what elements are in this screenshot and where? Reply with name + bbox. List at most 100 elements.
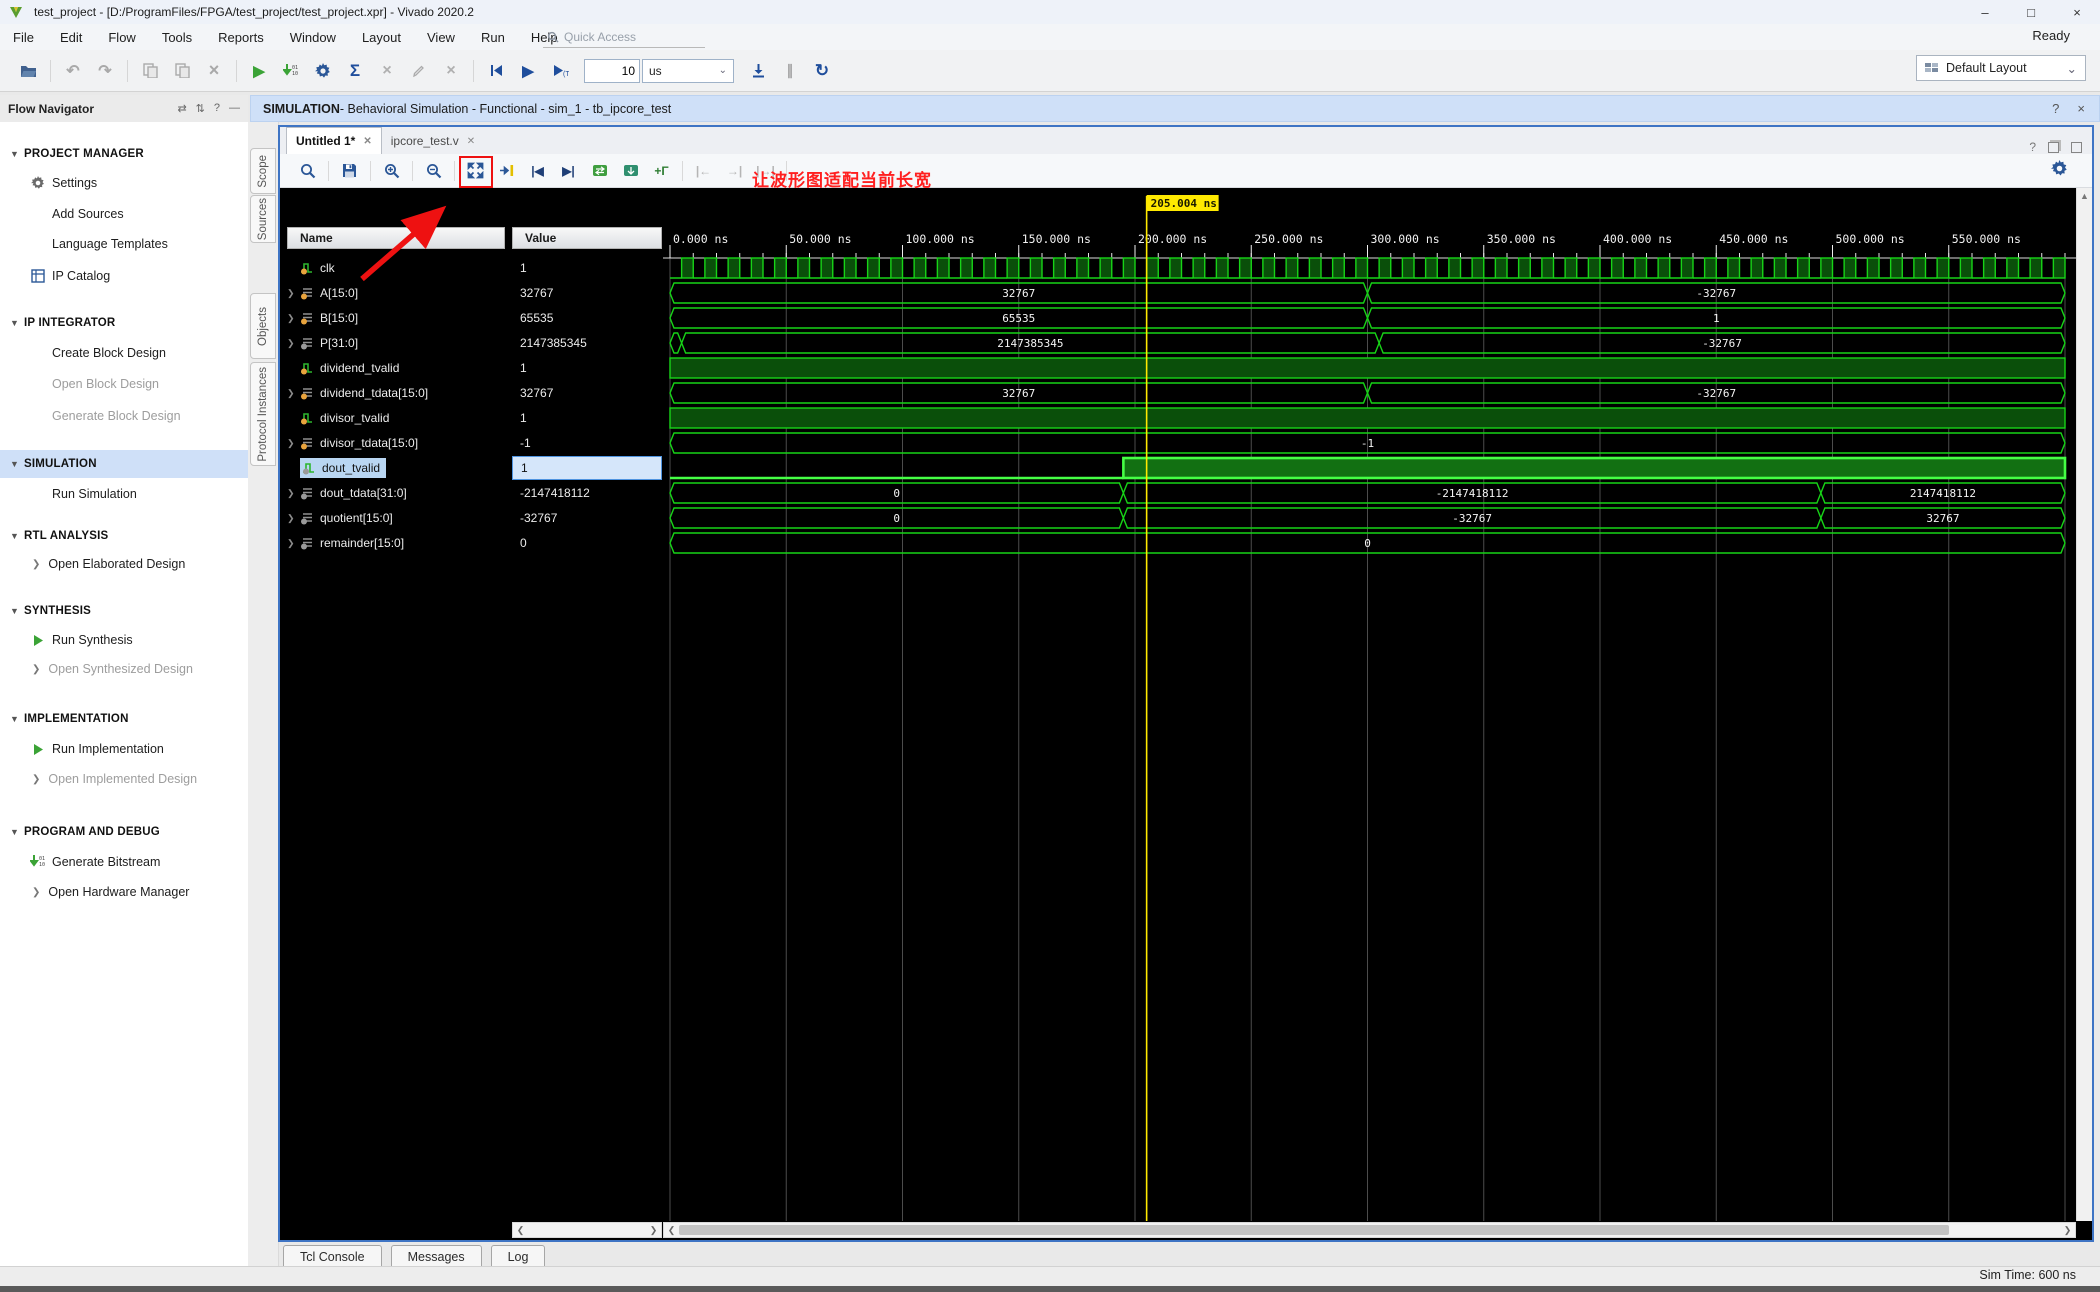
signal-row-dividend-tvalid[interactable]: dividend_tvalid [287, 356, 505, 380]
chevron-right-icon[interactable]: ❯ [287, 288, 300, 299]
menu-item-layout[interactable]: Layout [349, 30, 414, 45]
chevron-right-icon[interactable]: ❯ [287, 388, 300, 399]
menu-item-tools[interactable]: Tools [149, 30, 205, 45]
side-tab-sources[interactable]: Sources [250, 195, 276, 243]
value-column-header[interactable]: Value [512, 227, 662, 249]
signal-value-a-15-0[interactable]: 32767 [512, 281, 662, 305]
help-icon[interactable]: ? [214, 102, 220, 115]
menu-item-flow[interactable]: Flow [95, 30, 148, 45]
flow-item-open-block-design[interactable]: Open Block Design [0, 370, 248, 398]
flow-item-add-sources[interactable]: Add Sources [0, 200, 248, 228]
zoom-out-icon[interactable] [423, 160, 444, 182]
run-for-time-icon[interactable]: (T) [548, 59, 572, 83]
waveform-canvas[interactable]: 0.000 ns 50.000 ns 100.000 ns 150.000 ns 200… [663, 188, 2076, 1221]
close-icon[interactable]: × [2054, 0, 2100, 24]
flow-item-generate-bitstream[interactable]: 01 10 Generate Bitstream [0, 848, 248, 876]
help-icon[interactable]: ? [2029, 140, 2036, 154]
chevron-right-icon[interactable]: ❯ [287, 538, 300, 549]
side-tab-protocol-instances[interactable]: Protocol Instances [250, 362, 276, 466]
add-marker-icon[interactable]: +Γ [651, 160, 672, 182]
signal-value-divisor-tdata-15-0[interactable]: -1 [512, 431, 662, 455]
flow-item-run-implementation[interactable]: Run Implementation [0, 735, 248, 763]
flow-item-ip-catalog[interactable]: IP Catalog [0, 262, 248, 290]
signal-row-quotient-15-0[interactable]: ❯ quotient[15:0] [287, 506, 505, 530]
next-transition-icon[interactable]: ▶| [558, 160, 579, 182]
maximize-icon[interactable] [2071, 141, 2082, 153]
collapse-icon[interactable]: ⇄ [177, 102, 186, 115]
flow-section-implementation[interactable]: ▼ IMPLEMENTATION [0, 705, 248, 733]
close-icon[interactable]: ✕ [467, 136, 475, 147]
zoom-to-cursor-icon[interactable] [496, 160, 517, 182]
signal-value-divisor-tvalid[interactable]: 1 [512, 406, 662, 430]
signal-row-p-31-0[interactable]: ❯ P[31:0] [287, 331, 505, 355]
flow-item-settings[interactable]: Settings [0, 169, 248, 197]
undo-icon[interactable]: ↶ [61, 59, 85, 83]
flow-item-generate-block-design[interactable]: Generate Block Design [0, 402, 248, 430]
flow-item-run-simulation[interactable]: Run Simulation [0, 480, 248, 508]
open-recent-project-icon[interactable] [16, 59, 40, 83]
signal-row-dout-tvalid[interactable]: dout_tvalid [287, 456, 505, 480]
step-icon[interactable] [746, 59, 770, 83]
chevron-right-icon[interactable]: ❯ [287, 513, 300, 524]
flow-item-open-implemented-design[interactable]: ❯ Open Implemented Design [0, 765, 248, 793]
save-waveform-icon[interactable] [339, 160, 360, 182]
signal-value-dividend-tvalid[interactable]: 1 [512, 356, 662, 380]
break-icon[interactable]: ∥ [778, 59, 802, 83]
edit-pen-icon[interactable] [407, 59, 431, 83]
flow-section-synthesis[interactable]: ▼ SYNTHESIS [0, 597, 248, 625]
side-tab-scope[interactable]: Scope [250, 148, 276, 194]
signal-value-remainder-15-0[interactable]: 0 [512, 531, 662, 555]
flow-item-open-synthesized-design[interactable]: ❯ Open Synthesized Design [0, 655, 248, 683]
signal-row-dividend-tdata-15-0[interactable]: ❯ dividend_tdata[15:0] [287, 381, 505, 405]
minimize-icon[interactable]: — [229, 102, 240, 115]
scrollbar-thumb[interactable] [679, 1225, 1949, 1235]
paste-icon[interactable] [170, 59, 194, 83]
go-to-time-icon[interactable] [620, 160, 641, 182]
run-all-icon[interactable]: ▶ [516, 59, 540, 83]
signal-value-quotient-15-0[interactable]: -32767 [512, 506, 662, 530]
side-tab-objects[interactable]: Objects [250, 293, 276, 359]
help-icon[interactable]: ? [2052, 101, 2059, 116]
menu-item-edit[interactable]: Edit [47, 30, 95, 45]
next-marker-icon[interactable]: →| [724, 160, 745, 182]
swap-cursor-icon[interactable] [589, 160, 610, 182]
signal-value-dividend-tdata-15-0[interactable]: 32767 [512, 381, 662, 405]
scroll-left-icon[interactable]: ❮ [513, 1225, 528, 1236]
vertical-scrollbar[interactable]: ▲ [2076, 188, 2092, 1221]
quick-access-search[interactable]: Quick Access [543, 27, 705, 48]
signal-row-b-15-0[interactable]: ❯ B[15:0] [287, 306, 505, 330]
chevron-right-icon[interactable]: ❯ [287, 338, 300, 349]
zoom-fit-icon[interactable] [459, 155, 493, 188]
flow-item-create-block-design[interactable]: Create Block Design [0, 339, 248, 367]
minimize-icon[interactable]: – [1962, 0, 2008, 24]
tab-ipcore-test-v[interactable]: ipcore_test.v ✕ [382, 128, 484, 154]
close-icon[interactable]: × [2077, 101, 2085, 116]
signal-row-dout-tdata-31-0[interactable]: ❯ dout_tdata[31:0] [287, 481, 505, 505]
cancel-run-icon[interactable]: × [375, 59, 399, 83]
flow-item-open-hardware-manager[interactable]: ❯ Open Hardware Manager [0, 878, 248, 906]
signal-value-dout-tdata-31-0[interactable]: -2147418112 [512, 481, 662, 505]
close-icon[interactable]: ✕ [363, 136, 371, 147]
chevron-right-icon[interactable]: ❯ [287, 438, 300, 449]
menu-item-view[interactable]: View [414, 30, 468, 45]
menu-item-file[interactable]: File [0, 30, 47, 45]
menu-item-window[interactable]: Window [277, 30, 349, 45]
flow-item-open-elaborated-design[interactable]: ❯ Open Elaborated Design [0, 550, 248, 578]
chevron-right-icon[interactable]: ❯ [287, 488, 300, 499]
expand-icon[interactable]: ⇅ [196, 102, 205, 115]
maximize-icon[interactable]: □ [2008, 0, 2054, 24]
layout-selector[interactable]: Default Layout ⌄ [1916, 55, 2086, 81]
run-icon[interactable]: ▶ [247, 59, 271, 83]
zoom-in-icon[interactable] [381, 160, 402, 182]
flow-item-run-synthesis[interactable]: Run Synthesis [0, 626, 248, 654]
float-icon[interactable] [2048, 141, 2059, 153]
signal-row-divisor-tdata-15-0[interactable]: ❯ divisor_tdata[15:0] [287, 431, 505, 455]
settings-gear-icon[interactable] [311, 59, 335, 83]
scroll-left-icon[interactable]: ❮ [664, 1225, 679, 1236]
value-column-scrollbar[interactable]: ❮ ❯ [512, 1222, 662, 1238]
signal-value-clk[interactable]: 1 [512, 256, 662, 280]
wave-settings-gear-icon[interactable] [2051, 160, 2068, 177]
scroll-up-icon[interactable]: ▲ [2077, 188, 2092, 204]
signal-row-remainder-15-0[interactable]: ❯ remainder[15:0] [287, 531, 505, 555]
tab-untitled-1[interactable]: Untitled 1* ✕ [286, 127, 382, 154]
